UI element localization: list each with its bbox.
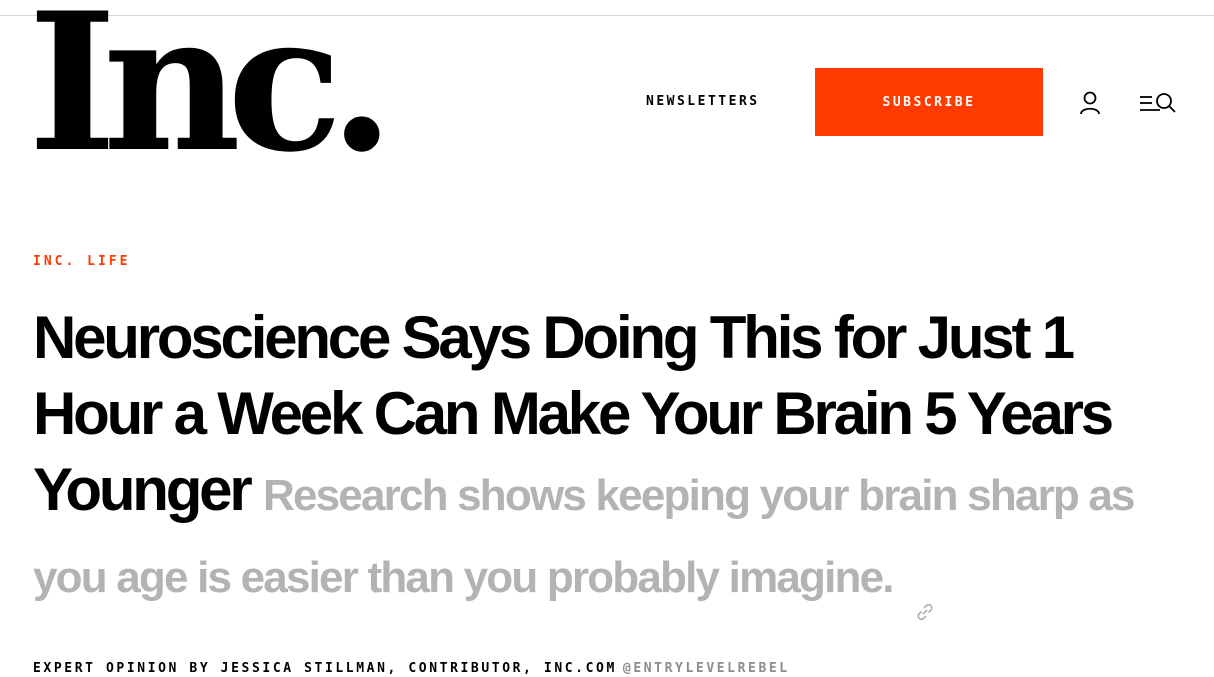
menu-search-icon[interactable] [1138,91,1178,115]
author-handle-link[interactable]: @ENTRYLEVELREBEL [623,661,790,676]
inc-logo[interactable]: Inc. [28,0,395,178]
article-headline: Neuroscience Says Doing This for Just 1 … [33,300,1193,621]
section-kicker[interactable]: INC. LIFE [33,254,130,269]
user-icon[interactable] [1079,90,1101,116]
link-icon[interactable] [914,565,936,621]
byline-text: EXPERT OPINION BY JESSICA STILLMAN, CONT… [33,661,617,676]
newsletters-link[interactable]: NEWSLETTERS [646,94,760,109]
byline: EXPERT OPINION BY JESSICA STILLMAN, CONT… [33,661,790,676]
subscribe-button[interactable]: SUBSCRIBE [815,68,1043,136]
